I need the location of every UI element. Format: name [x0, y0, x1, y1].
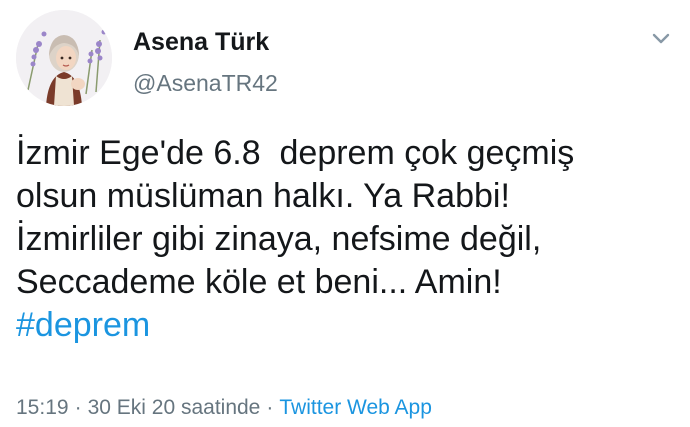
hashtag-link[interactable]: #deprem [16, 304, 150, 347]
tweet-date[interactable]: 30 Eki 20 saatinde [88, 396, 261, 419]
tweet-meta: 15:19 · 30 Eki 20 saatinde · Twitter Web App [16, 396, 432, 420]
tweet-source-link[interactable]: Twitter Web App [279, 396, 432, 419]
tweet-text-line: İzmir Ege'de 6.8 deprem çok geçmiş [16, 134, 575, 172]
tweet-timestamp[interactable]: 15:19 [16, 396, 69, 419]
tweet-text-line: İzmirliler gibi zinaya, nefsime değil, [16, 220, 542, 258]
meta-separator: · [74, 396, 82, 419]
avatar-image [16, 10, 112, 106]
author-display-name[interactable]: Asena Türk [133, 28, 269, 57]
tweet-text: İzmir Ege'de 6.8 deprem çok geçmiş olsun… [16, 132, 676, 347]
tweet-text-line: Seccademe köle et beni... Amin! [16, 263, 502, 301]
tweet-text-line: olsun müslüman halkı. Ya Rabbi! [16, 177, 510, 215]
author-handle[interactable]: @AsenaTR42 [133, 70, 278, 97]
avatar[interactable] [16, 10, 112, 106]
meta-separator: · [266, 396, 274, 419]
tweet-card: Asena Türk @AsenaTR42 İzmir Ege'de 6.8 d… [0, 0, 690, 427]
chevron-down-icon[interactable] [646, 24, 676, 54]
